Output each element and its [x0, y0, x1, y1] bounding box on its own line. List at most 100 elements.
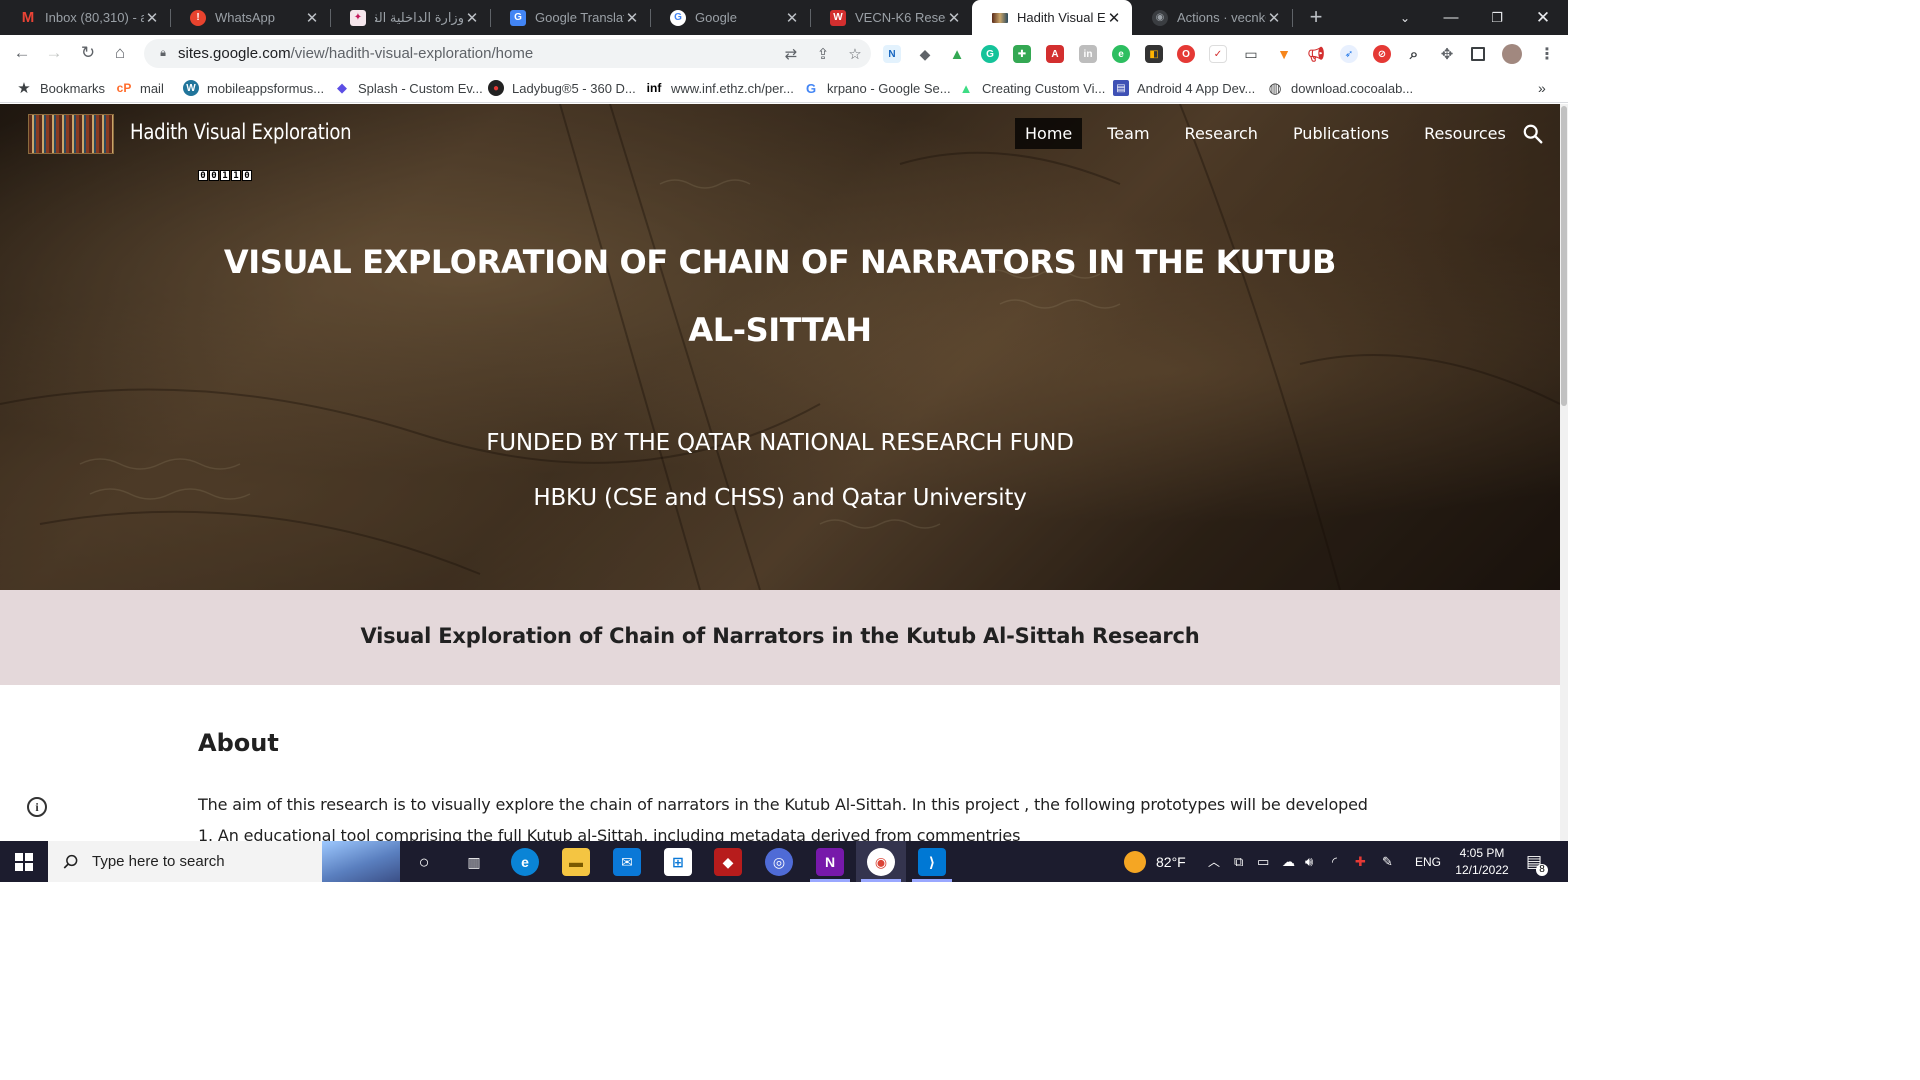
bookmark-item-splash[interactable]: ◆ Splash - Custom Ev...: [334, 78, 483, 98]
nav-resources[interactable]: Resources: [1414, 118, 1516, 149]
bookmark-item-cocoalab[interactable]: ◍ download.cocoalab...: [1267, 78, 1413, 98]
nav-home[interactable]: Home: [1015, 118, 1083, 149]
chrome-icon[interactable]: ◉: [867, 848, 895, 876]
tab-whatsapp[interactable]: ! WhatsApp ✕: [170, 0, 330, 35]
bookmark-item-ladybug[interactable]: ● Ladybug®5 - 360 D...: [488, 78, 636, 98]
home-button[interactable]: ⌂: [106, 39, 134, 67]
nav-team[interactable]: Team: [1097, 118, 1159, 149]
url-text[interactable]: sites.google.com/view/hadith-visual-expl…: [178, 45, 775, 62]
close-tab-icon[interactable]: ✕: [784, 9, 800, 27]
tab-hadith-visual-exploration[interactable]: Hadith Visual Exp ✕: [972, 0, 1132, 35]
tab-moi[interactable]: ✦ وزارة الداخلية القط ✕: [330, 0, 490, 35]
forward-button[interactable]: →: [40, 39, 68, 67]
minimize-button[interactable]: —: [1428, 0, 1474, 35]
screen-capture-icon[interactable]: ▭: [1242, 45, 1260, 63]
edge-icon[interactable]: e: [511, 848, 539, 876]
opera-icon[interactable]: O: [1177, 45, 1195, 63]
cortana-icon[interactable]: ○: [410, 848, 438, 876]
tray-app-icon[interactable]: ⧉: [1234, 841, 1243, 882]
bookmark-item-mail[interactable]: cP mail: [116, 78, 164, 98]
grammarly-icon[interactable]: G: [981, 45, 999, 63]
dropbox-icon[interactable]: ◆: [916, 45, 934, 63]
google-drive-icon[interactable]: ▲: [948, 45, 966, 63]
block-icon[interactable]: ⊘: [1373, 45, 1391, 63]
google-icon: G: [670, 9, 686, 26]
tab-gmail[interactable]: M Inbox (80,310) - a ✕: [0, 0, 170, 35]
close-window-button[interactable]: ✕: [1520, 0, 1566, 35]
metamask-fox-icon[interactable]: ▼: [1275, 45, 1293, 63]
onenote-icon[interactable]: N: [816, 848, 844, 876]
start-button[interactable]: [0, 841, 48, 882]
new-tab-button[interactable]: +: [1303, 5, 1329, 31]
close-tab-icon[interactable]: ✕: [1106, 9, 1122, 27]
bookmarks-overflow-button[interactable]: »: [1538, 78, 1546, 98]
bookmark-star-icon[interactable]: ☆: [839, 45, 871, 63]
site-logo[interactable]: [28, 114, 114, 154]
bookmark-item-inf-ethz[interactable]: inf www.inf.ethz.ch/per...: [645, 78, 794, 98]
close-tab-icon[interactable]: ✕: [624, 9, 640, 27]
close-tab-icon[interactable]: ✕: [946, 9, 962, 27]
side-panel-icon[interactable]: [1471, 47, 1485, 61]
close-tab-icon[interactable]: ✕: [144, 9, 160, 27]
red-app-icon[interactable]: ◆: [714, 848, 742, 876]
task-view-icon[interactable]: ▥: [460, 848, 488, 876]
tab-google-translate[interactable]: G Google Translate ✕: [490, 0, 650, 35]
scrollbar-thumb[interactable]: [1561, 106, 1567, 406]
network-icon[interactable]: ☁: [1282, 841, 1295, 882]
tab-github-actions[interactable]: ◉ Actions · vecnk6/ ✕: [1132, 0, 1292, 35]
nav-publications[interactable]: Publications: [1283, 118, 1399, 149]
bookmark-item-android-book[interactable]: ▤ Android 4 App Dev...: [1113, 78, 1255, 98]
profile-avatar[interactable]: [1502, 44, 1522, 64]
file-explorer-icon[interactable]: ▬: [562, 848, 590, 876]
vscode-icon[interactable]: ⟩: [918, 848, 946, 876]
extension-shield-icon[interactable]: ✓: [1209, 45, 1227, 63]
page-scrollbar[interactable]: [1560, 104, 1568, 841]
lock-icon[interactable]: 🔒︎: [148, 47, 178, 60]
extension-dark-icon[interactable]: ◧: [1145, 45, 1163, 63]
notifications-button[interactable]: ▤ 8: [1526, 841, 1549, 882]
taskbar-search-box[interactable]: Type here to search: [48, 841, 400, 882]
share-icon[interactable]: ⇪: [807, 45, 839, 63]
close-tab-icon[interactable]: ✕: [464, 9, 480, 27]
bookmark-item-mobileapps[interactable]: W mobileappsformus...: [183, 78, 324, 98]
browser-menu-icon[interactable]: ⋮: [1538, 45, 1556, 63]
extension-puzzle-colored-icon[interactable]: ✚: [1013, 45, 1031, 63]
close-tab-icon[interactable]: ✕: [304, 9, 320, 27]
volume-icon[interactable]: 🔊︎: [1305, 841, 1313, 882]
site-info-icon[interactable]: i: [27, 797, 47, 817]
site-title[interactable]: Hadith Visual Exploration: [130, 120, 352, 144]
extension-grey-icon[interactable]: in: [1079, 45, 1097, 63]
tab-google[interactable]: G Google ✕: [650, 0, 810, 35]
bookmark-item-creating-custom[interactable]: ▲ Creating Custom Vi...: [958, 78, 1106, 98]
nav-research[interactable]: Research: [1175, 118, 1268, 149]
address-bar[interactable]: 🔒︎ sites.google.com/view/hadith-visual-e…: [144, 39, 871, 68]
system-clock[interactable]: 4:05 PM 12/1/2022: [1446, 845, 1518, 879]
megaphone-icon[interactable]: 📢︎: [1307, 45, 1325, 63]
bookmark-item-bookmarks[interactable]: ★ Bookmarks: [16, 78, 105, 98]
adobe-pdf-icon[interactable]: A: [1046, 45, 1064, 63]
wifi-icon[interactable]: ◜: [1332, 841, 1337, 882]
show-hidden-icons-button[interactable]: ︿: [1208, 841, 1220, 882]
extensions-puzzle-icon[interactable]: ✥: [1438, 45, 1456, 63]
mail-app-icon[interactable]: ✉: [613, 848, 641, 876]
pen-icon[interactable]: ✎: [1382, 841, 1393, 882]
bookmark-item-krpano[interactable]: G krpano - Google Se...: [803, 78, 951, 98]
reload-button[interactable]: ↻: [74, 39, 102, 67]
evernote-icon[interactable]: e: [1112, 45, 1130, 63]
store-icon[interactable]: ⊞: [664, 848, 692, 876]
back-button[interactable]: ←: [8, 39, 36, 67]
close-tab-icon[interactable]: ✕: [1266, 9, 1282, 27]
tray-red-icon[interactable]: ✚: [1355, 841, 1366, 882]
translate-page-icon[interactable]: ⇄: [775, 45, 807, 63]
tab-vecn-research[interactable]: W VECN-K6 Researc ✕: [810, 0, 972, 35]
battery-icon[interactable]: ▭: [1257, 841, 1269, 882]
zoom-search-icon[interactable]: ⌕: [1405, 45, 1423, 63]
extension-bird-icon[interactable]: ➶: [1340, 45, 1358, 63]
chromium-app-icon[interactable]: ◎: [765, 848, 793, 876]
restore-button[interactable]: ❐: [1474, 0, 1520, 35]
weather-widget[interactable]: 82°F: [1124, 841, 1186, 882]
extension-n-icon[interactable]: N: [883, 45, 901, 63]
input-language[interactable]: ENG: [1415, 841, 1441, 882]
tab-search-chevron-icon[interactable]: ⌄: [1382, 0, 1428, 35]
site-search-icon[interactable]: [1522, 123, 1544, 145]
